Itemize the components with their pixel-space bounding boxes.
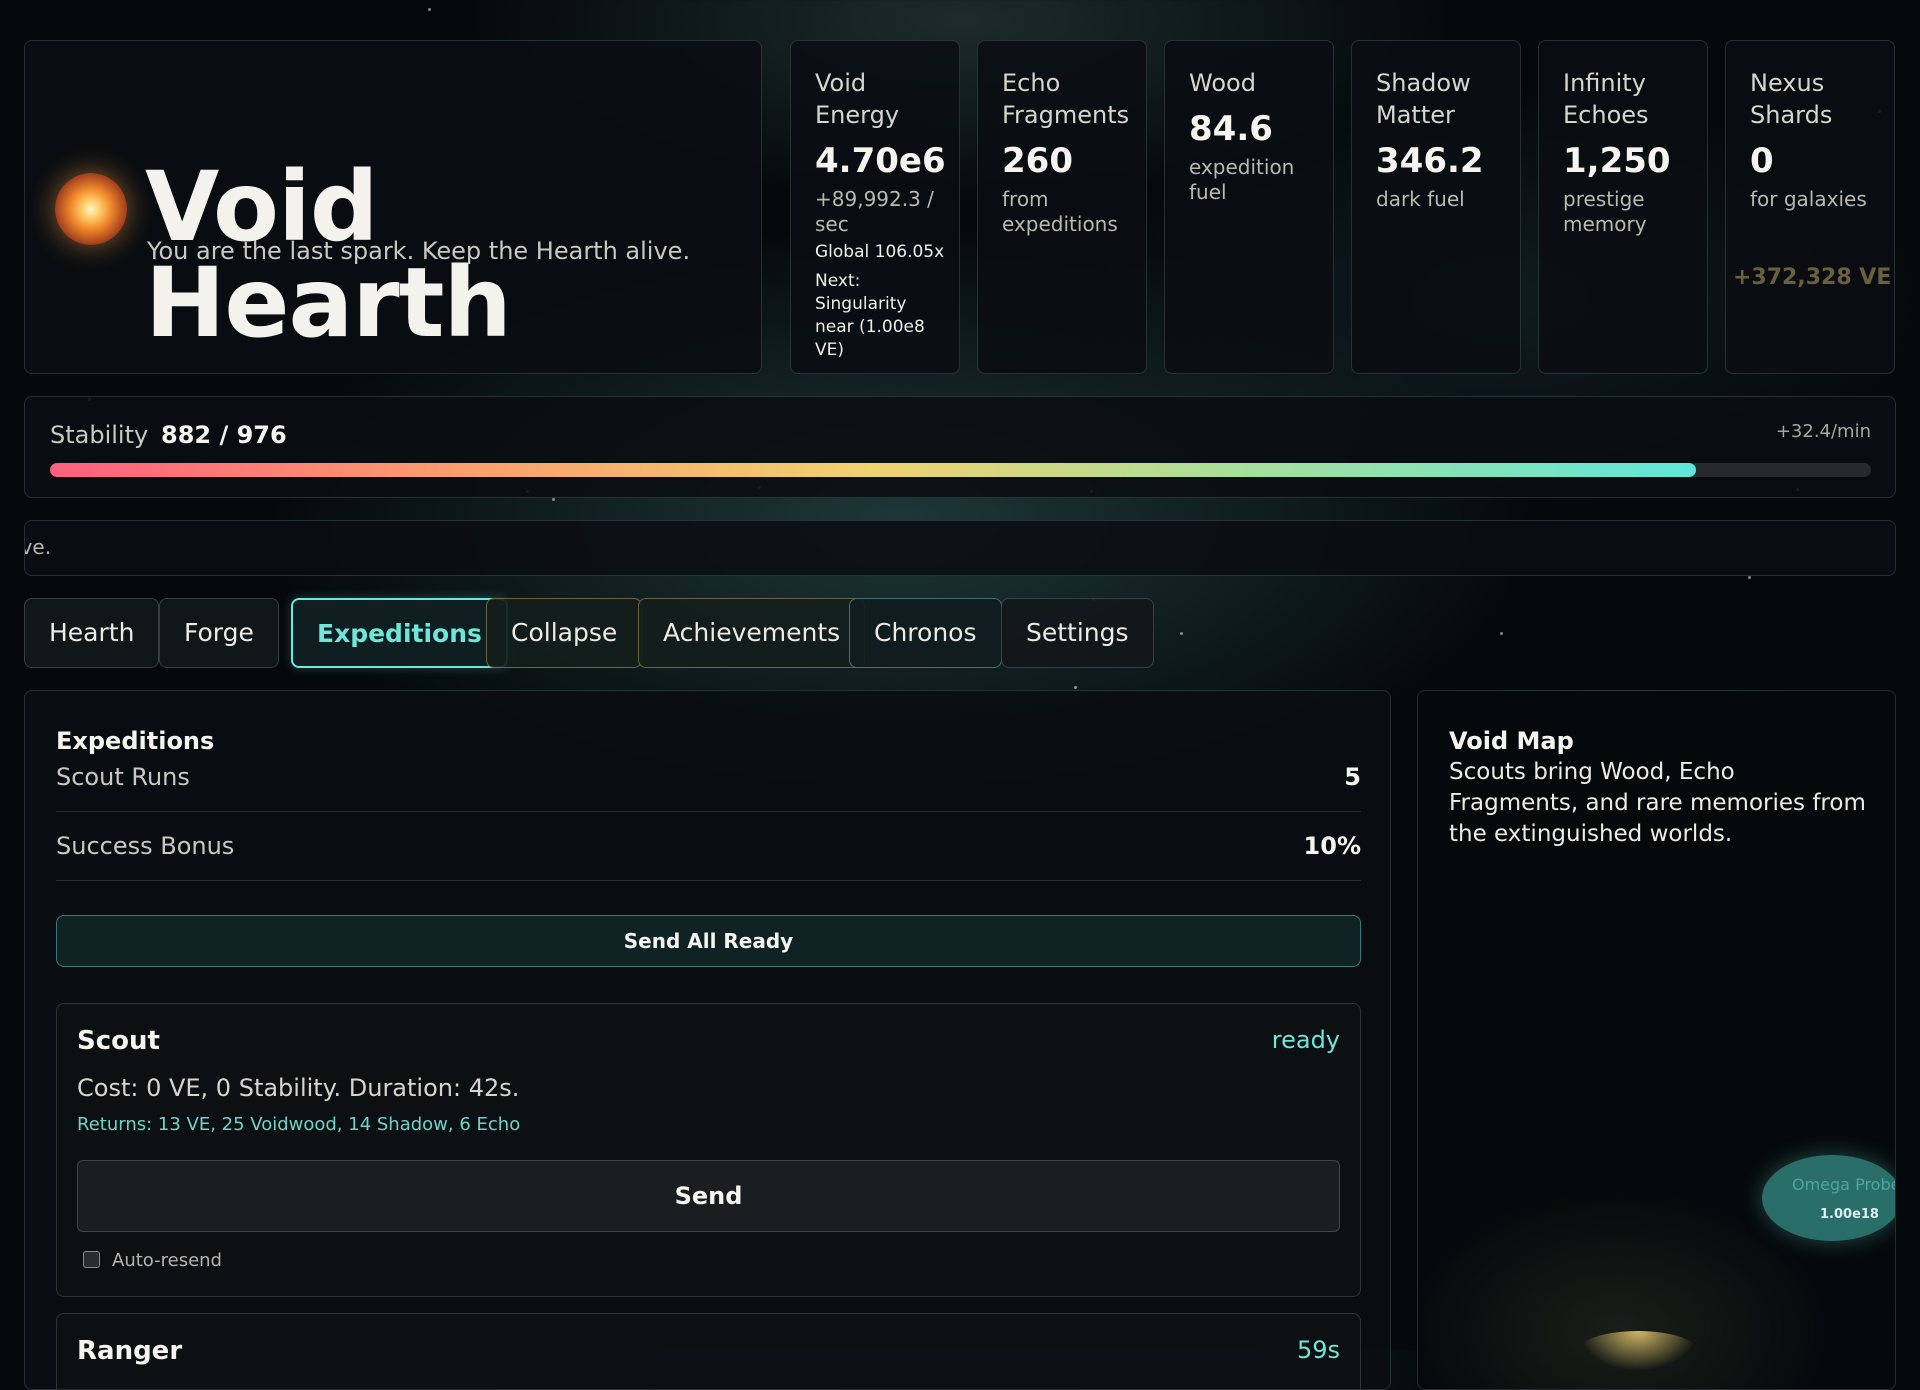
expedition-card-ranger: Ranger 59s	[56, 1313, 1361, 1389]
star	[1074, 686, 1077, 689]
stat-value: 10%	[1303, 832, 1361, 860]
resource-value: 0	[1750, 141, 1774, 181]
ticker-text: ive.	[25, 535, 52, 559]
tab-collapse[interactable]: Collapse	[486, 598, 643, 668]
expedition-cost: Cost: 0 VE, 0 Stability. Duration: 42s.	[77, 1074, 520, 1102]
resource-card-shadow-matter: Shadow Matter 346.2 dark fuel	[1351, 40, 1521, 374]
star	[1500, 632, 1503, 635]
hearth-glow	[1578, 1331, 1698, 1371]
tab-achievements[interactable]: Achievements	[638, 598, 866, 668]
resource-note: for galaxies	[1750, 187, 1867, 211]
tab-forge[interactable]: Forge	[159, 598, 279, 668]
tagline: You are the last spark. Keep the Hearth …	[147, 237, 691, 265]
stat-row-scout-runs: Scout Runs 5	[56, 743, 1361, 812]
next-milestone: Singularity near (1.00e8 VE)	[815, 294, 925, 360]
tab-chronos[interactable]: Chronos	[849, 598, 1002, 668]
star	[1748, 576, 1751, 579]
star	[1180, 632, 1183, 635]
resource-card-echo-fragments: Echo Fragments 260 from expeditions	[977, 40, 1147, 374]
expedition-status: ready	[1271, 1026, 1340, 1054]
void-map-heading: Void Map	[1449, 727, 1574, 755]
resource-value: 4.70e6	[815, 141, 946, 181]
stat-label: Scout Runs	[56, 763, 190, 791]
resource-name: Echo Fragments	[1002, 69, 1130, 129]
stability-value: 882 / 976	[161, 421, 287, 449]
expedition-returns: Returns: 13 VE, 25 Voidwood, 14 Shadow, …	[77, 1114, 521, 1135]
resource-name: Wood	[1189, 69, 1256, 97]
resource-rate: +89,992.3 / sec	[815, 187, 934, 236]
resource-value: 260	[1002, 141, 1073, 181]
map-node-omega-probe[interactable]: Omega Probe 1.00e18	[1762, 1155, 1896, 1241]
resource-value: 84.6	[1189, 109, 1273, 149]
stability-label: Stability	[50, 421, 149, 449]
expedition-card-scout: Scout ready Cost: 0 VE, 0 Stability. Dur…	[56, 1003, 1361, 1297]
stat-row-success-bonus: Success Bonus 10%	[56, 812, 1361, 881]
resource-card-wood: Wood 84.6 expedition fuel	[1164, 40, 1334, 374]
resource-note: prestige memory	[1563, 187, 1647, 236]
resource-value: 1,250	[1563, 141, 1671, 181]
resource-name: Shadow Matter	[1376, 69, 1471, 129]
star	[428, 8, 431, 11]
star	[552, 498, 555, 501]
resource-note: dark fuel	[1376, 187, 1465, 211]
stability-bar	[50, 463, 1871, 477]
next-label: Next:	[815, 271, 861, 291]
title-panel: Void Hearth You are the last spark. Keep…	[24, 40, 762, 374]
stability-bar-fill	[50, 463, 1696, 477]
send-all-ready-button[interactable]: Send All Ready	[56, 915, 1361, 967]
stat-label: Success Bonus	[56, 832, 235, 860]
stat-value: 5	[1344, 763, 1361, 791]
auto-resend-label: Auto-resend	[112, 1250, 222, 1271]
tab-expeditions[interactable]: Expeditions	[291, 598, 508, 668]
expedition-timer: 59s	[1296, 1336, 1340, 1364]
floating-gain-text: +372,328 VE	[1733, 265, 1892, 290]
auto-resend-checkbox[interactable]	[83, 1251, 100, 1268]
send-button[interactable]: Send	[77, 1160, 1340, 1232]
resource-card-void-energy: Void Energy 4.70e6 +89,992.3 / sec Globa…	[790, 40, 960, 374]
void-map-description: Scouts bring Wood, Echo Fragments, and r…	[1449, 759, 1866, 847]
expeditions-panel: Expeditions Scout Runs 5 Success Bonus 1…	[24, 690, 1391, 1390]
global-multiplier: Global 106.05x	[815, 242, 945, 262]
tab-hearth[interactable]: Hearth	[24, 598, 160, 668]
map-node-value: 1.00e18	[1820, 1207, 1879, 1222]
resource-note: from expeditions	[1002, 187, 1118, 236]
resource-name: Infinity Echoes	[1563, 69, 1649, 129]
message-ticker: ive.	[24, 520, 1896, 576]
auto-resend-toggle[interactable]: Auto-resend	[83, 1250, 222, 1271]
resource-name: Nexus Shards	[1750, 69, 1833, 129]
hearth-orb-icon[interactable]	[55, 173, 127, 245]
void-map-panel: Void Map Scouts bring Wood, Echo Fragmen…	[1417, 690, 1896, 1390]
resource-value: 346.2	[1376, 141, 1484, 181]
resource-card-nexus-shards: Nexus Shards 0 for galaxies +372,328 VE	[1725, 40, 1895, 374]
stability-rate: +32.4/min	[1775, 421, 1871, 442]
tab-settings[interactable]: Settings	[1001, 598, 1154, 668]
map-node-name: Omega Probe	[1792, 1175, 1896, 1194]
resource-card-infinity-echoes: Infinity Echoes 1,250 prestige memory	[1538, 40, 1708, 374]
expedition-name: Ranger	[77, 1336, 183, 1366]
expedition-name: Scout	[77, 1026, 160, 1056]
resource-name: Void Energy	[815, 69, 900, 129]
resource-note: expedition fuel	[1189, 155, 1295, 204]
stability-panel: Stability 882 / 976 +32.4/min	[24, 396, 1896, 498]
